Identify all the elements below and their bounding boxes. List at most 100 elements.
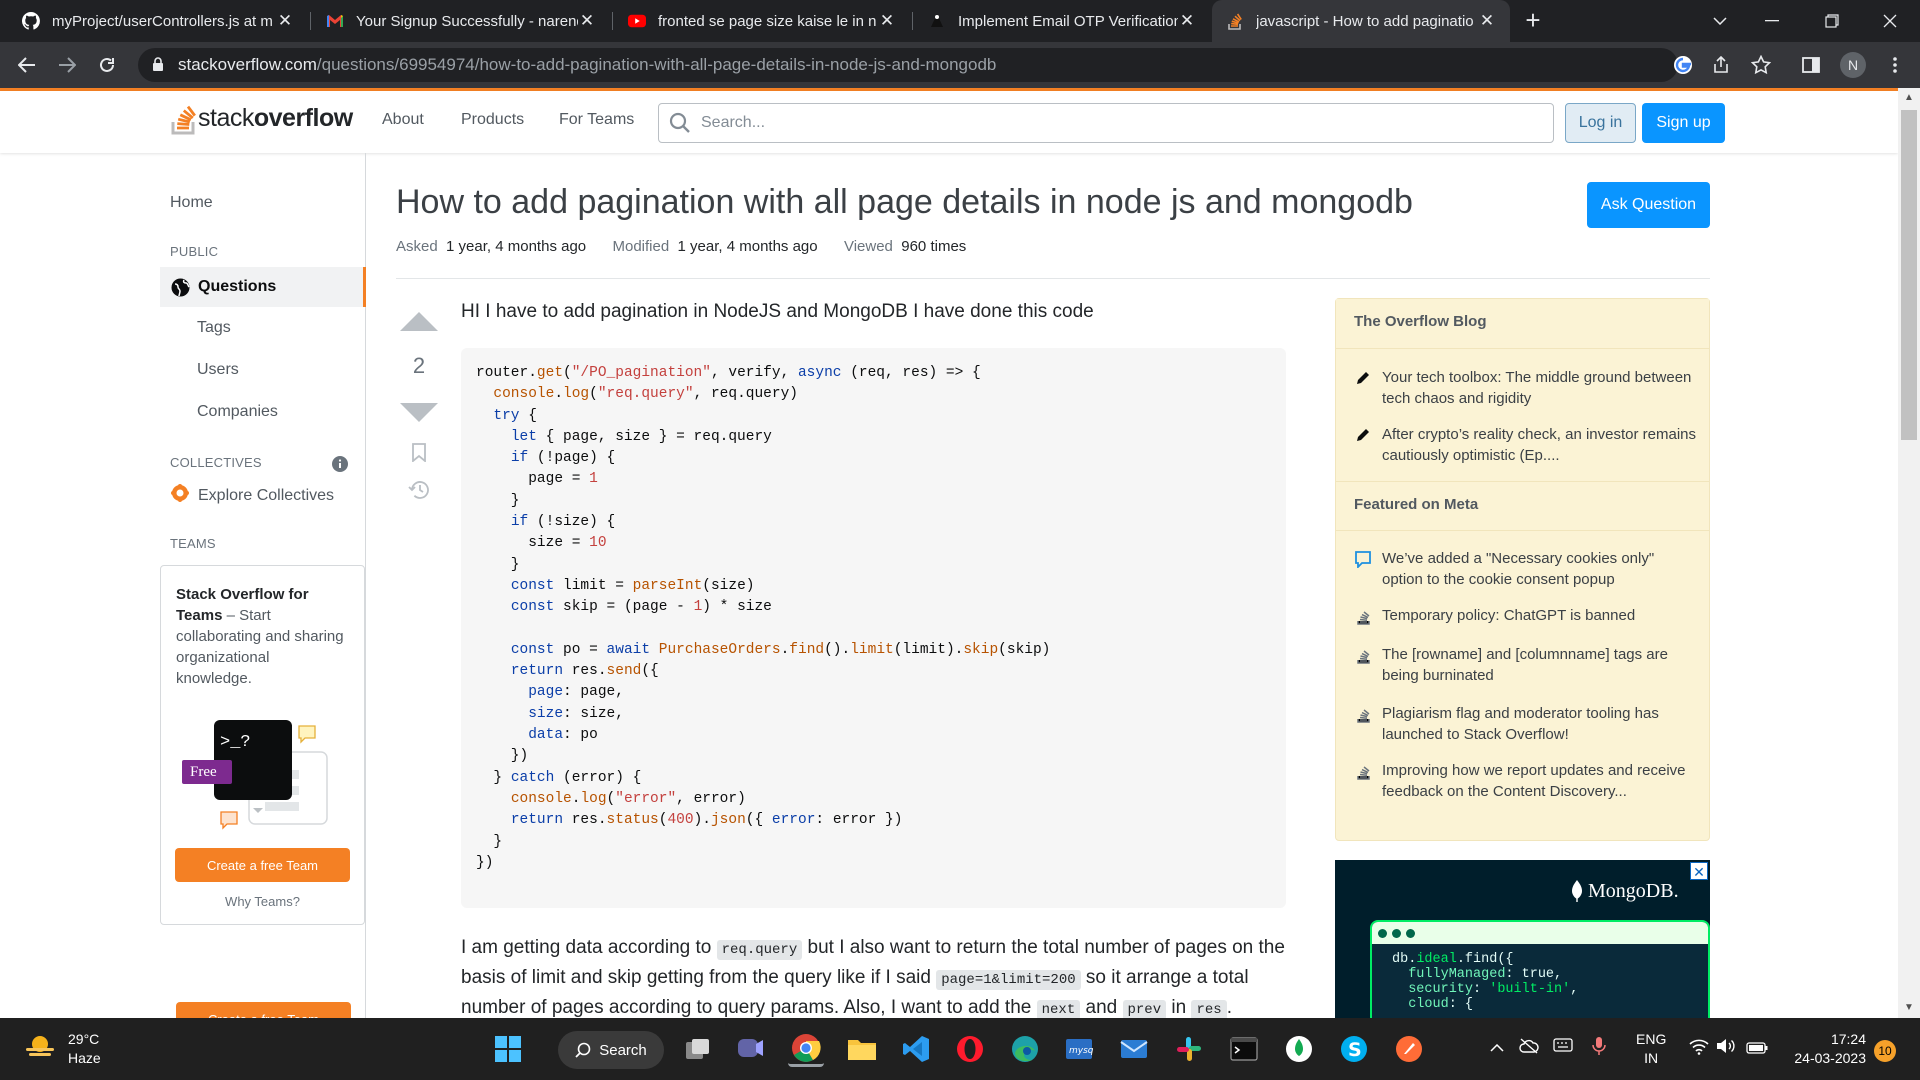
- nav-products[interactable]: Products: [461, 111, 524, 129]
- signup-button[interactable]: Sign up: [1642, 103, 1725, 143]
- weather-widget[interactable]: 29°C Haze: [24, 1030, 101, 1068]
- page-scrollbar[interactable]: ▲ ▼: [1898, 88, 1920, 1018]
- teams-chat-icon[interactable]: [733, 1031, 769, 1067]
- skype-icon[interactable]: S: [1336, 1031, 1372, 1067]
- scrollbar-thumb[interactable]: [1901, 110, 1917, 440]
- info-icon[interactable]: [332, 456, 348, 477]
- kebab-menu-icon[interactable]: [1882, 52, 1908, 78]
- back-arrow-icon[interactable]: [12, 50, 42, 80]
- why-teams-link[interactable]: Why Teams?: [160, 894, 365, 909]
- browser-tab-medium[interactable]: Implement Email OTP Verification ✕: [914, 0, 1210, 42]
- inline-code: next: [1036, 1000, 1081, 1020]
- sidebar-item-tags[interactable]: Tags: [197, 319, 231, 337]
- code-block[interactable]: router.get("/PO_pagination", verify, asy…: [461, 348, 1286, 908]
- blog-item[interactable]: Your tech toolbox: The middle ground bet…: [1357, 367, 1697, 409]
- sidebar-item-explore-collectives[interactable]: Explore Collectives: [170, 483, 334, 508]
- mongodb-compass-icon[interactable]: [1281, 1031, 1317, 1067]
- scroll-up-icon[interactable]: ▲: [1898, 88, 1920, 108]
- share-icon[interactable]: [1708, 52, 1734, 78]
- battery-icon[interactable]: [1746, 1040, 1768, 1059]
- task-view-icon[interactable]: [680, 1031, 716, 1067]
- language-indicator[interactable]: ENG IN: [1636, 1030, 1666, 1068]
- close-tab-icon[interactable]: ✕: [1178, 11, 1196, 31]
- notification-badge[interactable]: 10: [1874, 1040, 1896, 1062]
- new-tab-plus-icon[interactable]: +: [1518, 6, 1548, 36]
- cloud-offline-icon[interactable]: [1519, 1038, 1539, 1059]
- close-tab-icon[interactable]: ✕: [276, 11, 294, 31]
- sidebar-item-users[interactable]: Users: [197, 361, 239, 379]
- sidebar-item-home[interactable]: Home: [170, 194, 213, 212]
- bookmark-star-icon[interactable]: [1748, 52, 1774, 78]
- upvote-arrow-icon[interactable]: [398, 310, 440, 337]
- file-explorer-icon[interactable]: [844, 1031, 880, 1067]
- edge-icon[interactable]: [1007, 1031, 1043, 1067]
- tab-separator: [310, 12, 311, 30]
- pencil-icon: [1354, 369, 1372, 387]
- close-tab-icon[interactable]: ✕: [578, 11, 596, 31]
- left-sidebar: Home PUBLIC Questions Tags Users Compani…: [160, 153, 366, 1036]
- minimize-icon[interactable]: [1744, 0, 1800, 42]
- lock-icon[interactable]: [152, 57, 164, 77]
- nav-about[interactable]: About: [382, 111, 424, 129]
- postman-icon[interactable]: [1391, 1031, 1427, 1067]
- mongodb-ad[interactable]: MongoDB. ✕ db.ideal.find({ fullyManaged:…: [1335, 860, 1710, 1018]
- close-tab-icon[interactable]: ✕: [1478, 11, 1496, 31]
- wifi-icon[interactable]: [1689, 1039, 1709, 1060]
- sidebar-item-questions[interactable]: Questions: [160, 267, 366, 307]
- windows-start-icon[interactable]: [490, 1031, 526, 1067]
- browser-tab-stackoverflow-active[interactable]: javascript - How to add paginatio ✕: [1212, 0, 1510, 42]
- create-free-team-button-visible[interactable]: Create a free Team: [175, 848, 350, 882]
- scroll-down-icon[interactable]: ▼: [1898, 998, 1920, 1018]
- forward-arrow-icon[interactable]: [52, 50, 82, 80]
- site-search-input[interactable]: Search...: [658, 103, 1554, 143]
- terminal-icon[interactable]: [1226, 1031, 1262, 1067]
- sidebar-item-companies[interactable]: Companies: [197, 403, 278, 421]
- volume-icon[interactable]: [1716, 1038, 1736, 1059]
- keyboard-icon[interactable]: [1553, 1038, 1573, 1057]
- meta-item[interactable]: Plagiarism flag and moderator tooling ha…: [1356, 703, 1697, 745]
- tab-separator: [912, 12, 913, 30]
- downvote-arrow-icon[interactable]: [398, 402, 440, 429]
- chrome-icon[interactable]: [788, 1031, 824, 1067]
- side-panel-icon[interactable]: [1798, 52, 1824, 78]
- reload-icon[interactable]: [92, 50, 122, 80]
- stackoverflow-logo[interactable]: stackoverflow: [170, 101, 353, 135]
- ask-question-button[interactable]: Ask Question: [1587, 182, 1710, 228]
- mysql-workbench-icon[interactable]: mysql: [1061, 1031, 1097, 1067]
- taskbar-search[interactable]: Search: [558, 1031, 664, 1069]
- stack-exchange-icon: [1354, 762, 1372, 780]
- close-tab-icon[interactable]: ✕: [878, 11, 896, 31]
- meta-item[interactable]: Temporary policy: ChatGPT is banned: [1356, 605, 1697, 626]
- meta-item[interactable]: We’ve added a "Necessary cookies only" o…: [1355, 548, 1697, 590]
- mail-icon[interactable]: [1116, 1031, 1152, 1067]
- browser-tab-github[interactable]: myProject/userControllers.js at m ✕: [8, 0, 308, 42]
- teams-promo-text: Stack Overflow for Teams – Start collabo…: [176, 586, 344, 687]
- meta-item[interactable]: Improving how we report updates and rece…: [1356, 760, 1697, 802]
- microphone-icon[interactable]: [1592, 1036, 1606, 1061]
- browser-tab-youtube[interactable]: fronted se page size kaise le in n ✕: [614, 0, 910, 42]
- windows-taskbar: 29°C Haze Search mysql S ENGIN 17:2424-03…: [0, 1018, 1920, 1080]
- clock[interactable]: 17:24 24-03-2023: [1786, 1030, 1866, 1068]
- google-lens-icon[interactable]: [1670, 52, 1696, 78]
- bookmark-icon[interactable]: [398, 443, 440, 467]
- profile-avatar[interactable]: N: [1840, 52, 1866, 78]
- nav-for-teams[interactable]: For Teams: [559, 111, 634, 129]
- svg-text:mysql: mysql: [1069, 1046, 1093, 1056]
- restore-icon[interactable]: [1804, 0, 1860, 42]
- slack-icon[interactable]: [1171, 1031, 1207, 1067]
- stack-exchange-icon: [1354, 607, 1372, 625]
- blog-heading: The Overflow Blog: [1336, 299, 1709, 349]
- login-button[interactable]: Log in: [1565, 103, 1636, 143]
- meta-item[interactable]: The [rowname] and [columnname] tags are …: [1356, 644, 1697, 686]
- history-icon[interactable]: [398, 480, 440, 505]
- ad-close-icon[interactable]: ✕: [1690, 862, 1708, 880]
- close-window-icon[interactable]: [1862, 0, 1918, 42]
- browser-tab-gmail[interactable]: Your Signup Successfully - narend ✕: [312, 0, 610, 42]
- blog-item[interactable]: After crypto’s reality check, an investo…: [1357, 424, 1697, 466]
- opera-icon[interactable]: [952, 1031, 988, 1067]
- address-bar[interactable]: stackoverflow.com/questions/69954974/how…: [138, 48, 1678, 82]
- vscode-icon[interactable]: [898, 1031, 934, 1067]
- tab-search-chevron-icon[interactable]: [1692, 0, 1748, 42]
- question-title[interactable]: How to add pagination with all page deta…: [396, 183, 1413, 222]
- show-hidden-icons-chevron-icon[interactable]: [1490, 1038, 1504, 1057]
